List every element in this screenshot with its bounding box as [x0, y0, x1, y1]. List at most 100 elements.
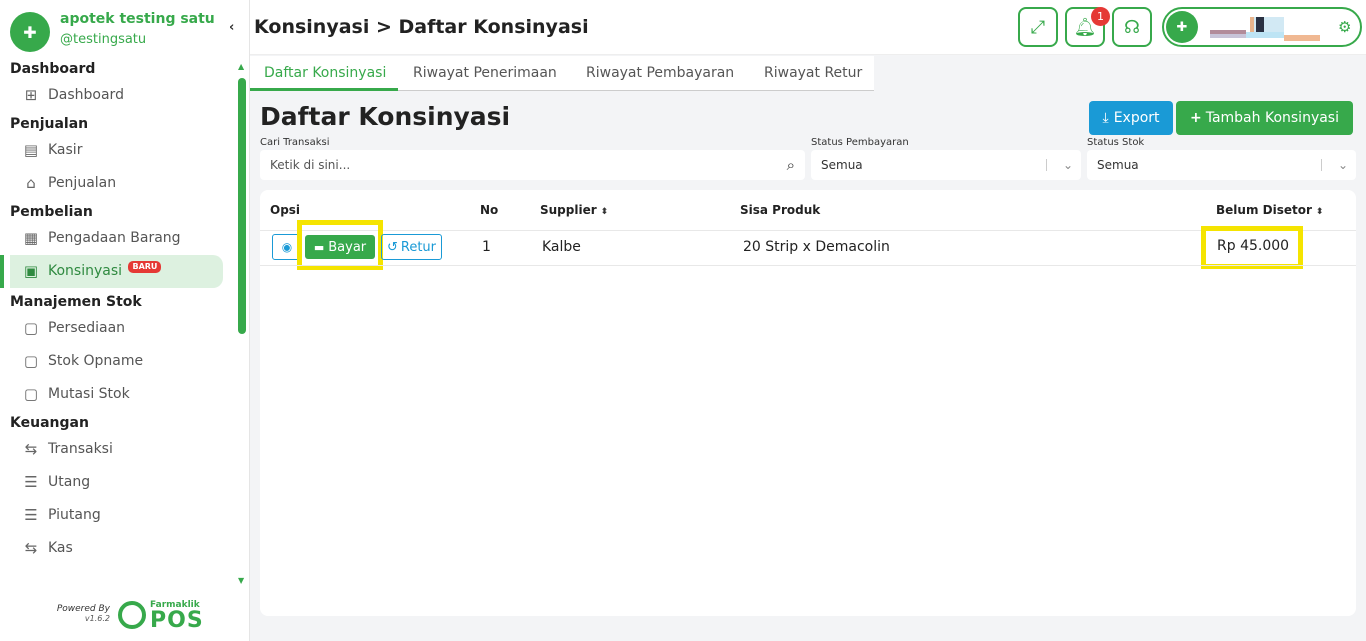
column-header-supplier[interactable]: Supplier ⬍: [540, 203, 608, 217]
sidebar-item-stok-opname[interactable]: ▢ Stok Opname: [0, 345, 236, 378]
transfer-icon: ⇆: [24, 539, 38, 557]
sort-icon: ⬍: [1315, 207, 1324, 217]
nav-section-title: Penjualan: [10, 116, 89, 132]
column-header-sisa-produk: Sisa Produk: [740, 203, 821, 217]
sidebar-item-label: Penjualan: [48, 175, 117, 191]
breadcrumb: Konsinyasi > Daftar Konsinyasi: [254, 16, 589, 38]
sidebar-item-kasir[interactable]: ▤ Kasir: [0, 134, 236, 167]
add-consignment-button[interactable]: + Tambah Konsinyasi: [1176, 101, 1353, 135]
powered-by: Powered By v1.6.2: [50, 604, 110, 623]
support-button[interactable]: ☊: [1112, 7, 1152, 47]
sidebar-item-konsinyasi[interactable]: ▣ Konsinyasi BARU: [0, 255, 223, 288]
column-header-opsi: Opsi: [270, 203, 301, 217]
nav-section-title: Manajemen Stok: [10, 294, 142, 310]
basket-icon: ⌂: [26, 174, 36, 192]
gear-icon[interactable]: ⚙: [1338, 18, 1351, 36]
column-header-belum-disetor[interactable]: Belum Disetor ⬍: [1216, 203, 1323, 217]
cell-no: 1: [482, 239, 491, 255]
pay-button[interactable]: ▬ Bayar: [305, 235, 375, 259]
sidebar-item-label: Dashboard: [48, 87, 124, 103]
add-label: Tambah Konsinyasi: [1205, 110, 1339, 126]
sidebar-item-pengadaan-barang[interactable]: ▦ Pengadaan Barang: [0, 222, 236, 255]
logo-big-text: POS: [150, 608, 204, 633]
inventory-icon: ▢: [23, 319, 39, 337]
stock-opname-icon: ▢: [23, 352, 39, 370]
search-icon[interactable]: ⌕: [787, 150, 795, 180]
tab-riwayat-penerimaan[interactable]: Riwayat Penerimaan: [413, 65, 557, 81]
plus-icon: +: [1189, 110, 1202, 126]
scroll-up-icon[interactable]: ▲: [238, 62, 244, 71]
payment-status-select[interactable]: Semua ⌄: [811, 150, 1081, 180]
sidebar-item-label: Transaksi: [48, 441, 113, 457]
consignment-table: Opsi No Supplier ⬍ Sisa Produk Belum Dise…: [260, 190, 1356, 616]
brand: ✚ apotek testing satu @testingsatu: [10, 10, 240, 52]
export-button[interactable]: ⤓ Export: [1089, 101, 1173, 135]
redacted-user-name: [1210, 17, 1320, 41]
sidebar-item-transaksi[interactable]: ⇆ Transaksi: [0, 433, 236, 466]
sidebar-item-utang[interactable]: ☰ Utang: [0, 466, 236, 499]
sidebar-item-persediaan[interactable]: ▢ Persediaan: [0, 312, 236, 345]
sidebar-item-penjualan[interactable]: ⌂ Penjualan: [0, 167, 236, 200]
scroll-down-icon[interactable]: ▼: [238, 576, 244, 585]
sort-icon: ⬍: [600, 207, 609, 217]
column-header-no: No: [480, 203, 499, 217]
money-icon: ▬: [313, 240, 325, 254]
tabs-bar: Daftar Konsinyasi Riwayat Penerimaan Riw…: [250, 56, 874, 91]
farmaklik-pos-logo: Farmaklik POS: [118, 600, 208, 634]
scrollbar-thumb[interactable]: [238, 78, 246, 334]
tab-riwayat-retur[interactable]: Riwayat Retur: [764, 65, 862, 81]
top-header: Konsinyasi > Daftar Konsinyasi ⤢ 🔔︎ ☊ ✚ …: [250, 0, 1366, 55]
new-badge: BARU: [128, 261, 162, 273]
tab-daftar-konsinyasi[interactable]: Daftar Konsinyasi: [264, 65, 386, 81]
sidebar-item-label: Kasir: [48, 142, 83, 158]
download-icon: ⤓: [1102, 110, 1109, 126]
sidebar-item-label: Utang: [48, 474, 91, 490]
return-button[interactable]: ↺ Retur: [381, 234, 442, 260]
active-indicator: [0, 255, 4, 288]
undo-icon: ↺: [386, 239, 398, 255]
fullscreen-button[interactable]: ⤢: [1018, 7, 1058, 47]
avatar: ✚: [1166, 11, 1198, 43]
cash-register-icon: ▤: [23, 141, 39, 159]
pharmacy-logo-icon: ✚: [10, 12, 50, 52]
stock-status-label: Status Stok: [1087, 137, 1145, 148]
return-label: Retur: [400, 239, 437, 255]
nav-section-title: Keuangan: [10, 415, 89, 431]
cell-sisa-produk: 20 Strip x Demacolin: [743, 239, 890, 255]
stock-mutation-icon: ▢: [23, 385, 39, 403]
powered-by-text: Powered By: [56, 604, 110, 614]
sidebar-item-label: Persediaan: [48, 320, 126, 336]
sidebar-nav: Dashboard ⊞ Dashboard Penjualan ▤ Kasir …: [0, 58, 236, 588]
store-name: apotek testing satu: [60, 11, 215, 27]
sidebar-item-kas[interactable]: ⇆ Kas: [0, 532, 236, 565]
active-tab-indicator: [250, 88, 398, 91]
pay-label: Bayar: [328, 239, 367, 255]
cell-supplier: Kalbe: [542, 239, 581, 255]
nav-section-title: Pembelian: [10, 204, 93, 220]
payment-status-value: Semua: [821, 158, 863, 172]
sidebar-item-mutasi-stok[interactable]: ▢ Mutasi Stok: [0, 378, 236, 411]
sidebar-item-label: Konsinyasi: [48, 263, 123, 279]
sidebar-item-piutang[interactable]: ☰ Piutang: [0, 499, 236, 532]
chevron-left-icon[interactable]: ‹: [229, 20, 234, 35]
chevron-down-icon: ⌄: [1062, 158, 1073, 172]
sidebar-item-dashboard[interactable]: ⊞ Dashboard: [0, 79, 236, 112]
grid-icon: ⊞: [24, 86, 38, 104]
export-label: Export: [1113, 110, 1160, 126]
chevron-down-icon: ⌄: [1337, 158, 1348, 172]
tab-riwayat-pembayaran[interactable]: Riwayat Pembayaran: [586, 65, 734, 81]
page-title: Daftar Konsinyasi: [260, 102, 511, 131]
cell-belum-disetor: Rp 45.000: [1217, 238, 1290, 254]
sidebar-item-label: Piutang: [48, 507, 101, 523]
user-menu[interactable]: ✚ ⚙: [1162, 7, 1362, 47]
stock-status-select[interactable]: Semua ⌄: [1087, 150, 1356, 180]
ledger-icon: ☰: [24, 473, 38, 491]
payment-status-label: Status Pembayaran: [811, 137, 909, 148]
search-input[interactable]: Ketik di sini... ⌕: [260, 150, 805, 180]
select-separator: [1046, 159, 1047, 171]
stock-status-value: Semua: [1097, 158, 1139, 172]
fullscreen-icon: ⤢: [1030, 16, 1046, 38]
search-placeholder: Ketik di sini...: [270, 158, 351, 172]
eye-icon: ◉: [281, 240, 293, 254]
sidebar-item-label: Stok Opname: [48, 353, 144, 369]
